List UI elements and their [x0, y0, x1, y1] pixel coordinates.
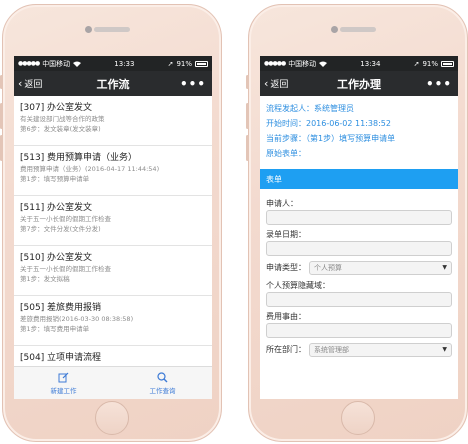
- item-description: 关于五一小长假的假期工作检查: [20, 215, 111, 223]
- budget-hidden-label: 个人预算隐藏域：: [266, 281, 330, 290]
- department-select[interactable]: 系统管理部 ▼: [309, 342, 452, 357]
- mute-switch: [246, 75, 249, 89]
- battery-icon: [441, 60, 454, 67]
- list-item[interactable]: [504] 立项申请流程: [14, 346, 212, 366]
- phone-right: ●●●●● 中国移动 13:34 ➚ 91% ‹ 返回 工作办理 ••• 流程发…: [246, 4, 468, 442]
- application-type-select[interactable]: 个人预算 ▼: [309, 260, 452, 275]
- original-form-link[interactable]: 原始表单：: [266, 146, 452, 161]
- status-time: 13:34: [360, 59, 381, 68]
- chevron-left-icon: ‹: [264, 77, 269, 90]
- battery-icon: [195, 60, 208, 67]
- list-item[interactable]: [505] 差旅费用报销 差旅费用报销(2016-03-30 08:38:58)…: [14, 296, 212, 346]
- tab-work-search[interactable]: 工作查询: [113, 367, 212, 399]
- budget-hidden-field[interactable]: [266, 292, 452, 307]
- screen-work-handling: ●●●●● 中国移动 13:34 ➚ 91% ‹ 返回 工作办理 ••• 流程发…: [260, 56, 458, 399]
- start-time-line: 开始时间：2016-06-02 11:38:52: [266, 119, 391, 128]
- battery-percent: 91%: [176, 59, 192, 68]
- current-step-line: 当前步骤：（第1步）填写预算申请单: [266, 134, 396, 143]
- earpiece-speaker: [94, 27, 130, 32]
- location-icon: ➚: [413, 59, 420, 68]
- expense-reason-field[interactable]: [266, 323, 452, 338]
- application-type-label: 申请类型：: [266, 263, 306, 272]
- department-value: 系统管理部: [314, 345, 349, 354]
- status-time: 13:33: [114, 59, 135, 68]
- battery-percent: 91%: [422, 59, 438, 68]
- phone-left: ●●●●● 中国移动 13:33 ➚ 91% ‹ 返回 工作流 ••• [307…: [0, 4, 222, 442]
- item-description: 费用预算申请（业务）(2016-04-17 11:44:54): [20, 165, 160, 173]
- department-label: 所在部门：: [266, 345, 306, 354]
- item-title: [511] 办公室发文: [20, 203, 93, 213]
- back-label: 返回: [24, 80, 43, 90]
- expense-reason-label: 费用事由：: [266, 312, 306, 321]
- item-title: [307] 办公室发文: [20, 103, 93, 113]
- volume-down-button: [0, 135, 3, 161]
- item-title: [504] 立项申请流程: [20, 353, 102, 363]
- signal-icon: ●●●●●: [18, 60, 40, 67]
- back-label: 返回: [270, 80, 289, 90]
- more-icon[interactable]: •••: [180, 77, 206, 91]
- back-button[interactable]: ‹ 返回: [264, 77, 288, 90]
- entry-date-label: 录单日期：: [266, 230, 306, 239]
- list-item[interactable]: [307] 办公室发文 有关建设部门战等合作的政策 第6步：发文装章(发文装章): [14, 96, 212, 146]
- form-body: 申请人： 录单日期： 申请类型： 个人预算 ▼ 个人预算隐藏域： 费用事由： 所…: [260, 189, 458, 358]
- item-description: 差旅费用报销(2016-03-30 08:38:58): [20, 315, 134, 323]
- more-icon[interactable]: •••: [426, 77, 452, 91]
- application-type-value: 个人预算: [314, 263, 342, 272]
- nav-bar: ‹ 返回 工作流 •••: [14, 71, 212, 96]
- tab-new-work[interactable]: 新建工作: [14, 367, 113, 399]
- volume-up-button: [246, 103, 249, 129]
- volume-down-button: [246, 135, 249, 161]
- home-button[interactable]: [95, 401, 129, 435]
- earpiece-speaker: [340, 27, 376, 32]
- front-camera: [85, 26, 92, 33]
- back-button[interactable]: ‹ 返回: [18, 77, 42, 90]
- item-step: 第1步：填写预算申请单: [20, 175, 90, 183]
- list-item[interactable]: [511] 办公室发文 关于五一小长假的假期工作检查 第7步：文件分发(文件分发…: [14, 196, 212, 246]
- edit-icon: [58, 372, 69, 382]
- nav-bar: ‹ 返回 工作办理 •••: [260, 71, 458, 96]
- tab-new-work-label: 新建工作: [50, 386, 77, 395]
- carrier-label: 中国移动: [288, 59, 317, 68]
- item-step: 第7步：文件分发(文件分发): [20, 225, 101, 233]
- status-bar: ●●●●● 中国移动 13:33 ➚ 91%: [14, 56, 212, 71]
- tab-bar: 新建工作 工作查询: [14, 366, 212, 399]
- caret-down-icon: ▼: [442, 346, 447, 353]
- item-step: 第6步：发文装章(发文装章): [20, 125, 101, 133]
- item-title: [513] 费用预算申请（业务）: [20, 153, 138, 163]
- applicant-field[interactable]: [266, 210, 452, 225]
- list-item[interactable]: [513] 费用预算申请（业务） 费用预算申请（业务）(2016-04-17 1…: [14, 146, 212, 196]
- carrier-label: 中国移动: [42, 59, 71, 68]
- department-row: 所在部门： 系统管理部 ▼: [266, 341, 452, 358]
- mute-switch: [0, 75, 3, 89]
- front-camera: [331, 26, 338, 33]
- item-title: [510] 办公室发文: [20, 253, 93, 263]
- applicant-label: 申请人：: [266, 199, 298, 208]
- home-button[interactable]: [341, 401, 375, 435]
- item-step: 第1步：填写费用申请单: [20, 325, 90, 333]
- item-description: 有关建设部门战等合作的政策: [20, 115, 105, 123]
- item-step: 第1步：发文拟稿: [20, 275, 70, 283]
- initiator-line: 流程发起人：系统管理员: [266, 104, 354, 113]
- application-type-row: 申请类型： 个人预算 ▼: [266, 259, 452, 276]
- chevron-left-icon: ‹: [18, 77, 23, 90]
- process-info: 流程发起人：系统管理员 开始时间：2016-06-02 11:38:52 当前步…: [260, 96, 458, 161]
- item-description: 关于五一小长假的假期工作检查: [20, 265, 111, 273]
- screen-workflow-list: ●●●●● 中国移动 13:33 ➚ 91% ‹ 返回 工作流 ••• [307…: [14, 56, 212, 399]
- signal-icon: ●●●●●: [264, 60, 286, 67]
- list-item[interactable]: [510] 办公室发文 关于五一小长假的假期工作检查 第1步：发文拟稿: [14, 246, 212, 296]
- wifi-icon: [73, 61, 82, 67]
- caret-down-icon: ▼: [442, 264, 447, 271]
- status-bar: ●●●●● 中国移动 13:34 ➚ 91%: [260, 56, 458, 71]
- item-title: [505] 差旅费用报销: [20, 303, 102, 313]
- search-icon: [157, 371, 168, 382]
- form-section-header: 表单: [260, 169, 458, 189]
- volume-up-button: [0, 103, 3, 129]
- workflow-list: [307] 办公室发文 有关建设部门战等合作的政策 第6步：发文装章(发文装章)…: [14, 96, 212, 366]
- tab-work-search-label: 工作查询: [149, 386, 176, 395]
- location-icon: ➚: [167, 59, 174, 68]
- entry-date-field[interactable]: [266, 241, 452, 256]
- wifi-icon: [319, 61, 328, 67]
